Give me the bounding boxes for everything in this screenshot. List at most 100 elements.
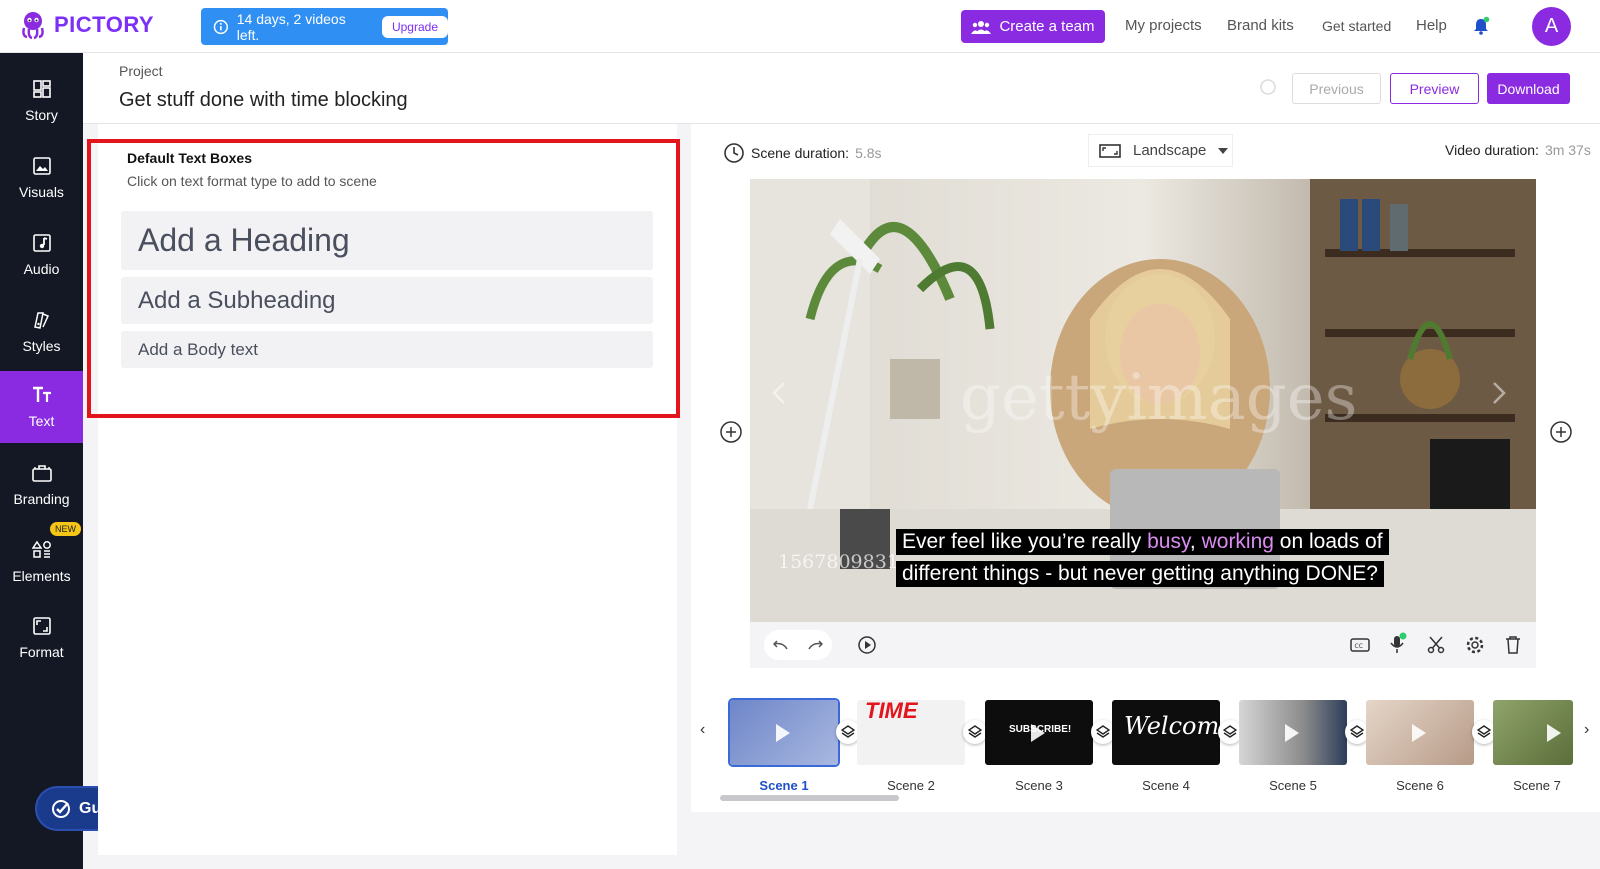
top-bar: PICTORY 14 days, 2 videos left. Upgrade … [0,0,1600,53]
sidebar-item-visuals[interactable]: Visuals [0,142,83,214]
redo-icon[interactable] [807,639,823,651]
upgrade-button[interactable]: Upgrade [381,15,448,38]
clock-icon [724,143,744,163]
notifications-button[interactable] [1471,16,1491,41]
caption-text: Ever feel like you’re really [902,530,1148,553]
scissors-icon[interactable] [1426,635,1446,655]
add-scene-after-button[interactable] [1549,420,1573,449]
nav-my-projects[interactable]: My projects [1125,17,1202,34]
scene-card[interactable]: SUBSCRIBE! Scene 3 [985,700,1115,793]
nav-brand-kits[interactable]: Brand kits [1227,17,1294,34]
scenes-scroll-left[interactable]: ‹ [700,721,705,739]
nav-help[interactable]: Help [1416,17,1447,34]
new-badge: NEW [50,522,81,536]
scenes-scroll-right[interactable]: › [1584,721,1589,739]
scene-label: Scene 3 [1015,778,1063,793]
scene-label: Scene 7 [1513,778,1561,793]
layers-icon [968,725,982,738]
scene-card[interactable]: Scene 7 [1493,700,1573,793]
gear-icon[interactable] [1465,635,1485,655]
caption-line-2[interactable]: different things - but never getting any… [896,561,1384,587]
scene-card[interactable]: Welcome Scene 4 [1112,700,1242,793]
undo-icon[interactable] [773,639,789,651]
scene-card[interactable]: Scene 6 [1366,700,1496,793]
nav-get-started[interactable]: Get started [1322,18,1391,34]
check-circle-icon [52,799,70,818]
logo[interactable]: PICTORY [18,10,154,40]
octopus-logo-icon [22,12,44,40]
orientation-dropdown[interactable]: Landscape [1088,134,1233,167]
scene-thumbnail: TIME [857,700,965,765]
scene-label: Scene 2 [887,778,935,793]
sidebar-item-label: Audio [23,261,60,277]
video-preview[interactable]: gettyimages 1567809831 Ever feel like yo… [750,179,1536,622]
scene-duration-value: 5.8s [855,145,882,161]
watermark: gettyimages [960,361,1358,435]
trial-banner: 14 days, 2 videos left. Upgrade [201,8,448,45]
team-icon [971,20,992,34]
layers-icon [1477,725,1491,738]
play-circle-icon[interactable] [857,635,877,655]
sidebar-item-styles[interactable]: Styles [0,296,83,368]
svg-text:CC: CC [1355,643,1363,650]
sidebar-item-story[interactable]: Story [0,65,83,137]
plus-circle-icon [1550,421,1572,443]
avatar[interactable]: A [1532,7,1571,46]
sidebar-item-audio[interactable]: Audio [0,219,83,291]
sidebar-item-elements[interactable]: NEW Elements [0,522,83,598]
scene-thumbnail [1366,700,1474,765]
captions-icon[interactable]: CC [1350,637,1370,653]
sidebar: Story Visuals Audio Styles Text Branding… [0,53,83,869]
scene-thumbnail [1239,700,1347,765]
scene-thumbnail [730,700,838,765]
create-team-button[interactable]: Create a team [961,10,1105,43]
styles-icon [33,312,49,329]
logo-text: PICTORY [54,12,155,37]
scene-card[interactable]: Scene 1 [730,700,860,793]
trash-icon[interactable] [1504,635,1522,655]
scene-label: Scene 4 [1142,778,1190,793]
add-scene-before-button[interactable] [719,420,743,449]
plus-circle-icon [720,421,742,443]
play-icon [1412,724,1426,742]
format-icon [32,617,51,635]
play-icon [776,724,790,742]
previous-button[interactable]: Previous [1292,73,1381,104]
scene-thumb-title: Welcome [1124,712,1220,740]
highlight-frame [87,139,680,418]
caption-highlight: busy [1147,530,1190,553]
sidebar-item-branding[interactable]: Branding [0,449,83,521]
shapes-icon [31,540,51,558]
sidebar-item-label: Story [25,107,58,123]
scene-duration-label: Scene duration: [751,145,850,161]
sidebar-item-label: Text [28,413,55,429]
ai-voice-icon[interactable] [1388,632,1408,656]
sync-icon [1260,79,1276,95]
trial-text: 14 days, 2 videos left. [236,10,346,43]
sidebar-item-label: Elements [12,568,71,584]
project-title[interactable]: Get stuff done with time blocking [119,89,408,112]
sidebar-item-label: Styles [22,338,61,354]
play-icon [1031,724,1045,742]
play-icon [1547,724,1561,742]
scene-card[interactable]: Scene 5 [1239,700,1369,793]
scene-thumbnail: Welcome [1112,700,1220,765]
video-duration-value: 3m 37s [1544,142,1591,158]
image-icon [32,157,51,175]
scene-thumbnail [1493,700,1573,765]
scene-card[interactable]: TIME Scene 2 [857,700,987,793]
preview-button[interactable]: Preview [1390,73,1479,104]
sidebar-item-label: Branding [13,491,70,507]
scene-label: Scene 1 [759,778,809,793]
caption-line-1[interactable]: Ever feel like you’re really busy, worki… [896,529,1389,555]
caption-text: , [1189,530,1202,553]
sidebar-item-text[interactable]: Text [0,371,83,443]
scene-label: Scene 6 [1396,778,1444,793]
layers-icon [1096,725,1110,738]
download-button[interactable]: Download [1487,73,1570,104]
sidebar-item-format[interactable]: Format [0,602,83,674]
bell-icon [1474,16,1490,35]
scenes-scrollbar[interactable] [720,795,899,801]
scene-layers-button[interactable] [963,720,987,744]
story-grid-icon [32,80,51,98]
